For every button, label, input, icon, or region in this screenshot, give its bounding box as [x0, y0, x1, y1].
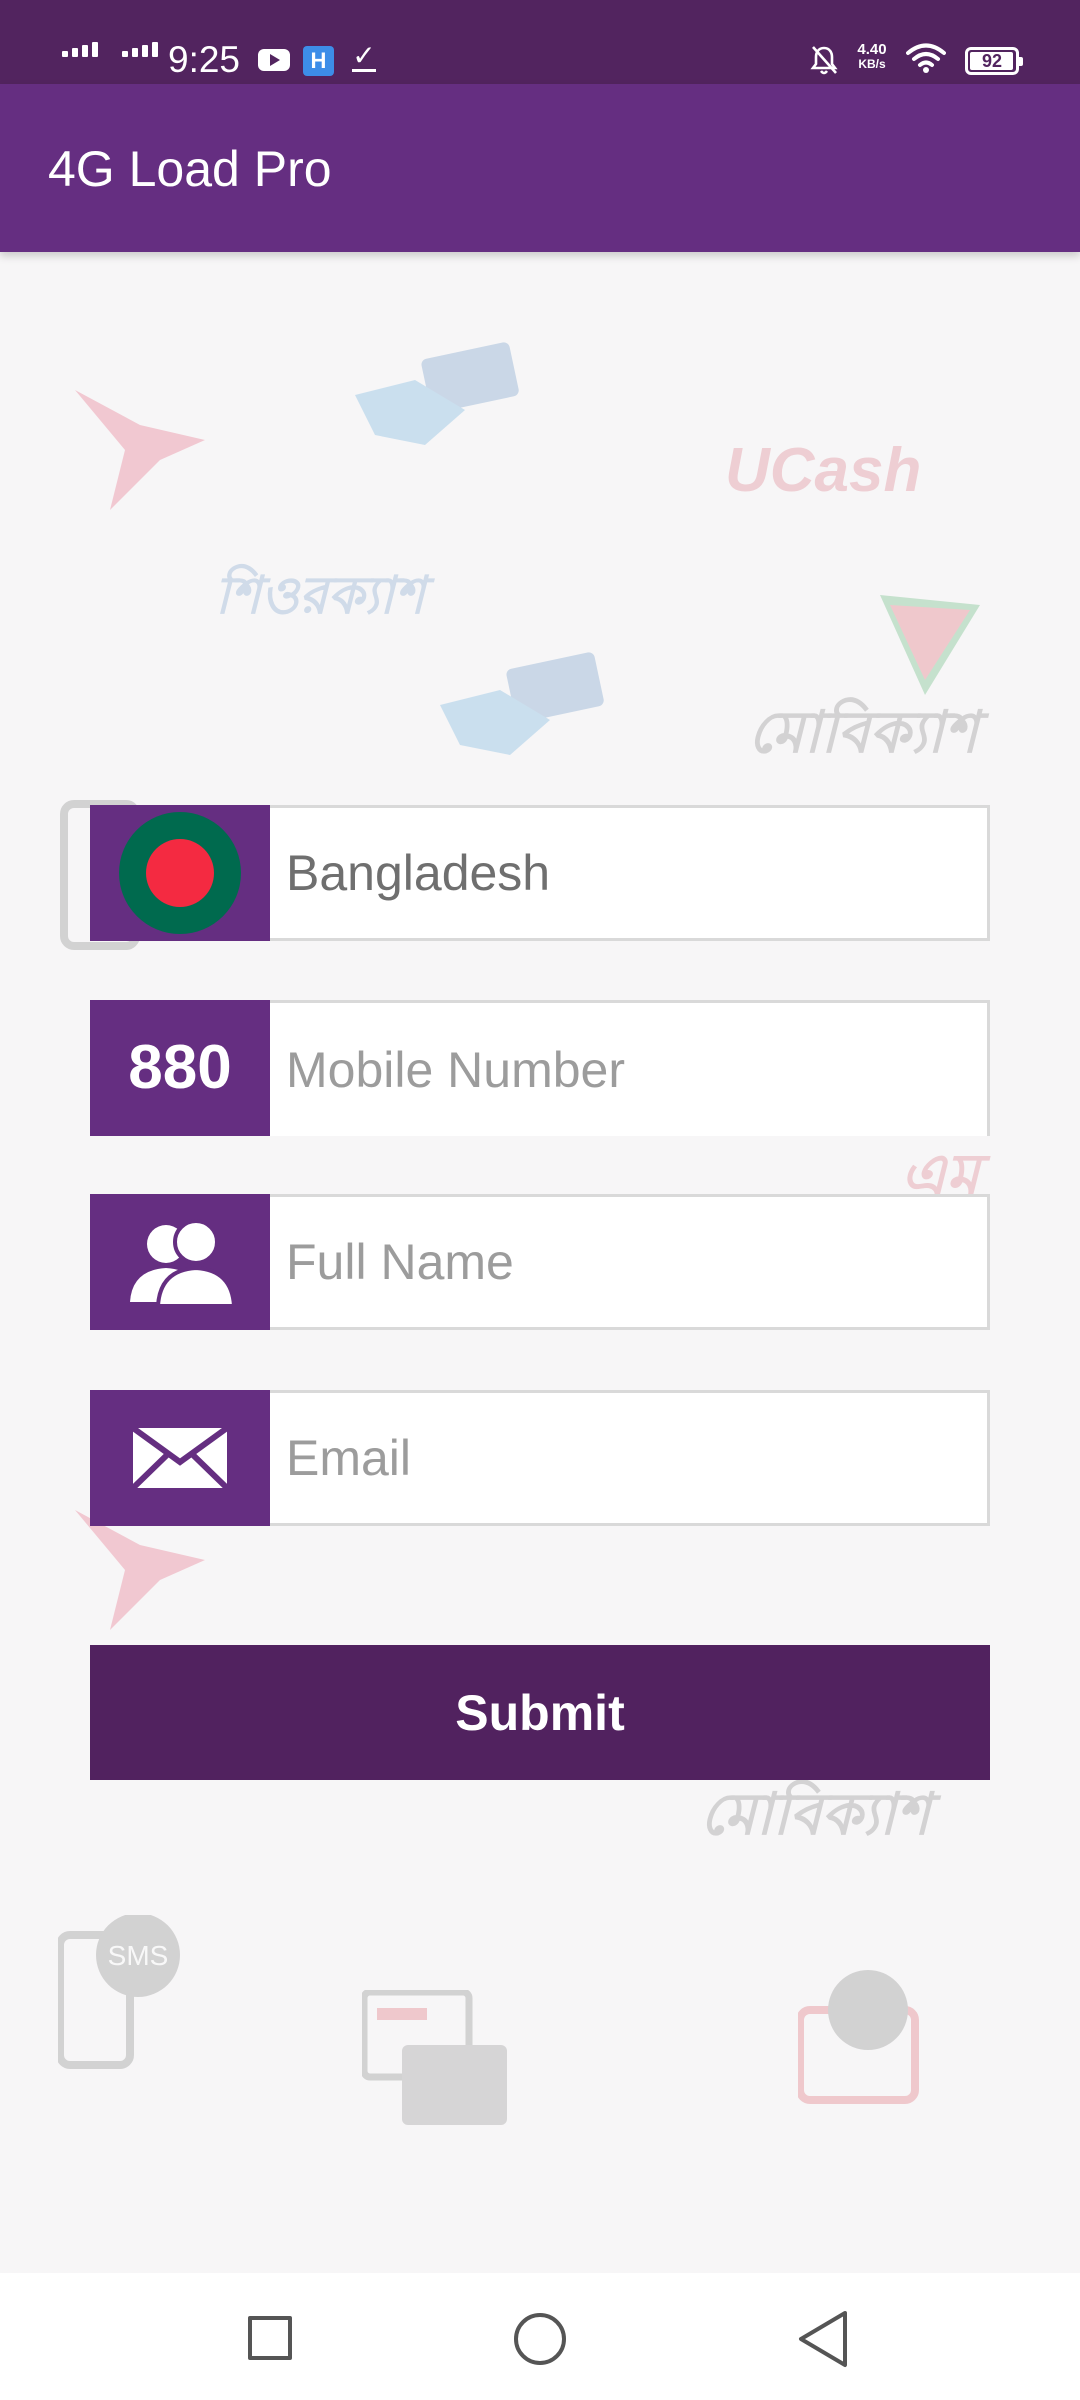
download-done-icon: ✓ [352, 40, 376, 76]
email-input[interactable] [286, 1429, 987, 1487]
status-bar: 9:25 H ✓ 4.40 KB/s 92 [0, 0, 1080, 84]
clock: 9:25 [168, 39, 241, 80]
bird-logo-icon [75, 390, 205, 510]
country-row: Bangladesh [90, 805, 990, 941]
email-icon-box [90, 1390, 270, 1526]
mobile-field-wrapper [270, 1000, 990, 1136]
battery-icon: 92 [965, 47, 1023, 75]
users-icon [130, 1219, 237, 1308]
country-flag-box [90, 805, 270, 941]
full-name-row [90, 1194, 990, 1330]
email-field-wrapper [270, 1390, 990, 1526]
youtube-icon [258, 49, 290, 71]
watermark-mobicash: মোবিক্যাশ [748, 700, 978, 765]
page-title: 4G Load Pro [48, 141, 332, 197]
full-name-field-wrapper [270, 1194, 990, 1330]
taka-phone-icon [798, 1970, 919, 2104]
money-handshake-icon [440, 652, 604, 755]
submit-button[interactable]: Submit [90, 1645, 990, 1780]
sms-phone-icon: SMS [58, 1915, 180, 2069]
watermark-ucash: UCash [725, 436, 922, 505]
country-value: Bangladesh [286, 845, 551, 901]
envelope-icon [130, 1425, 230, 1491]
home-icon[interactable] [514, 2313, 566, 2365]
watermark-mobicash: মোবিক্যাশ [700, 1782, 930, 1847]
full-name-input[interactable] [286, 1233, 987, 1291]
wifi-icon [906, 43, 946, 73]
mute-icon [810, 46, 838, 75]
svg-text:SMS: SMS [108, 1940, 169, 1971]
cards-icon [362, 1990, 507, 2125]
network-speed: 4.40 KB/s [857, 41, 887, 71]
watermark-surecash: শিওরক্যাশ [215, 567, 425, 625]
country-code: 880 [128, 1033, 232, 1102]
country-select[interactable]: Bangladesh [270, 805, 990, 941]
money-handshake-icon [355, 342, 519, 445]
name-icon-box [90, 1194, 270, 1330]
email-row [90, 1390, 990, 1526]
signal-icon [62, 42, 98, 57]
navigation-bar [0, 2273, 1080, 2400]
country-code-box: 880 [90, 1000, 270, 1136]
mobile-row: 880 [90, 1000, 990, 1136]
bangladesh-flag-icon [119, 812, 241, 934]
back-icon[interactable] [795, 2309, 851, 2369]
mobicash-logo-icon [880, 595, 980, 695]
signal-icon [122, 42, 158, 57]
app-bar: 4G Load Pro [0, 84, 1080, 252]
mobile-number-input[interactable] [286, 1040, 987, 1099]
h-app-icon: H [303, 46, 334, 76]
recent-apps-icon[interactable] [248, 2316, 292, 2360]
